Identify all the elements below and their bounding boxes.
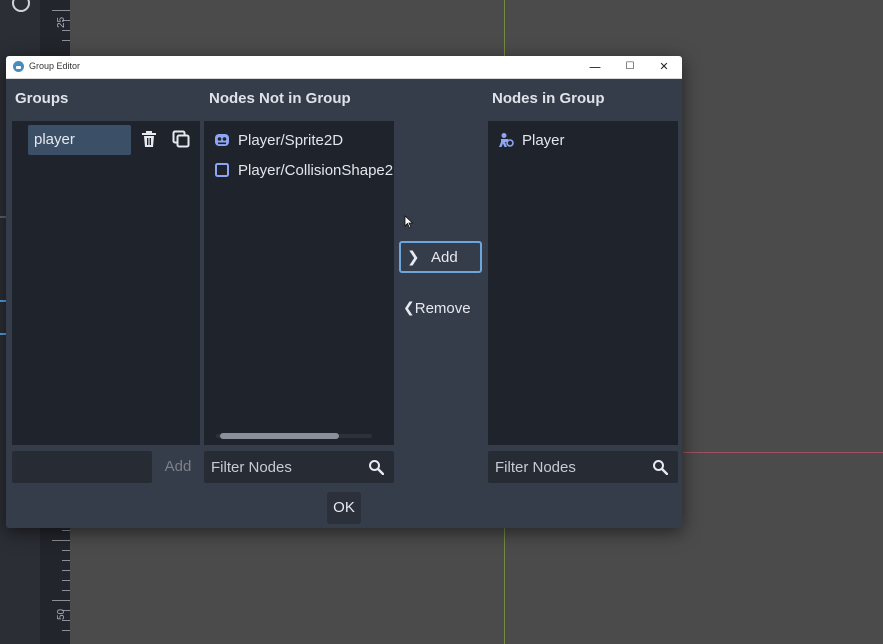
new-group-input[interactable] — [12, 451, 152, 483]
title-bar[interactable]: Group Editor — ☐ ✕ — [6, 56, 682, 79]
filter-in-group[interactable] — [488, 451, 678, 483]
node-label: Player — [522, 131, 565, 149]
nodes-not-in-group-heading: Nodes Not in Group — [209, 90, 351, 107]
groups-list[interactable]: player — [12, 121, 200, 445]
search-icon — [369, 460, 384, 475]
filter-nodes-input[interactable] — [204, 451, 394, 483]
trash-icon[interactable] — [140, 130, 158, 148]
chevron-left-icon: ❮ — [403, 300, 415, 316]
ruler-label: 50 — [56, 608, 67, 620]
characterbody-icon — [499, 133, 514, 147]
filter-not-in-group[interactable] — [204, 451, 394, 483]
maximize-button[interactable]: ☐ — [613, 56, 647, 78]
groups-heading: Groups — [15, 90, 69, 107]
list-item[interactable]: Player/Sprite2D — [214, 128, 343, 152]
ruler-label: 25 — [56, 16, 67, 28]
minimize-button[interactable]: — — [578, 56, 612, 78]
sprite2d-icon — [215, 134, 229, 146]
godot-icon — [13, 61, 24, 72]
window-title: Group Editor — [29, 61, 81, 71]
search-icon — [653, 460, 668, 475]
node-label: Player/CollisionShape2D — [238, 161, 394, 179]
add-to-group-button[interactable]: ❯ Add — [399, 241, 482, 273]
x-axis-line — [683, 452, 883, 453]
add-group-button[interactable]: Add — [158, 451, 198, 483]
nodes-in-group-list[interactable]: Player — [488, 121, 678, 445]
nodes-not-in-group-list[interactable]: Player/Sprite2D Player/CollisionShape2D — [204, 121, 394, 445]
collisionshape-icon — [215, 163, 229, 177]
nodes-in-group-heading: Nodes in Group — [492, 90, 605, 107]
mouse-cursor-icon — [404, 215, 414, 229]
list-item[interactable]: Player — [498, 128, 565, 152]
group-item-player[interactable]: player — [28, 125, 131, 155]
list-item[interactable]: Player/CollisionShape2D — [214, 158, 394, 182]
new-group-field[interactable] — [12, 451, 152, 483]
remove-from-group-button[interactable]: ❮ Remove — [403, 296, 483, 320]
duplicate-icon[interactable] — [172, 130, 190, 148]
filter-nodes-input[interactable] — [488, 451, 678, 483]
scrollbar-thumb[interactable] — [220, 433, 339, 439]
ok-button[interactable]: OK — [327, 492, 361, 524]
group-editor-dialog: Group Editor — ☐ ✕ Groups Nodes Not in G… — [6, 56, 682, 528]
close-button[interactable]: ✕ — [647, 56, 681, 78]
chevron-right-icon: ❯ — [407, 248, 420, 266]
node-label: Player/Sprite2D — [238, 131, 344, 149]
